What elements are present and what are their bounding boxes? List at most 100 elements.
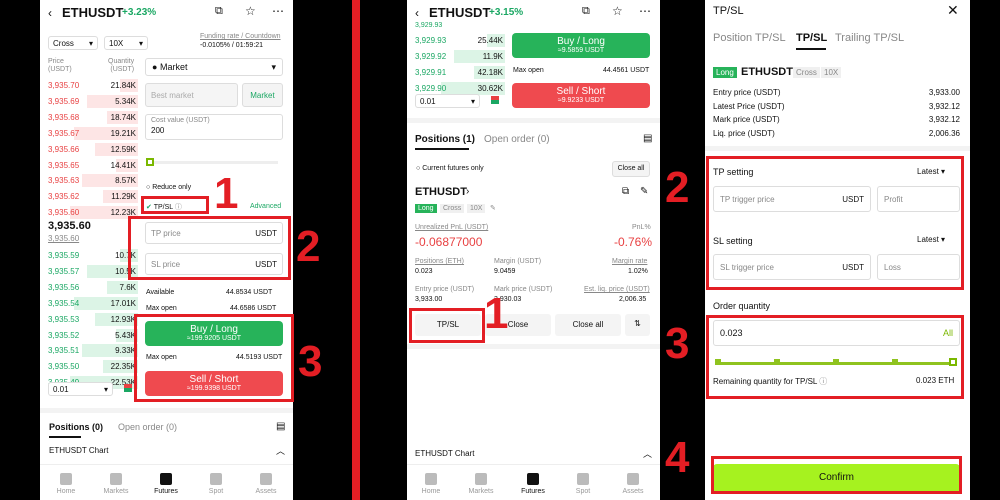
margin-rate-value: 1.02%	[628, 268, 648, 275]
row-price: 3,935.70	[48, 81, 80, 90]
candles-icon[interactable]: ⧉	[582, 5, 590, 18]
pair-title[interactable]: ETHUSDT	[62, 5, 123, 20]
tab-position-tpsl[interactable]: Position TP/SL	[713, 32, 786, 44]
star-icon[interactable]: ☆	[245, 4, 256, 18]
precision-label: 0.01	[53, 385, 69, 394]
star-icon[interactable]: ☆	[612, 4, 623, 18]
leverage-select[interactable]: 10X ▾	[104, 36, 148, 50]
reduce-only-checkbox[interactable]: ○ Reduce only	[146, 184, 191, 191]
bid-row[interactable]: 3,935.59 10.7K	[48, 248, 138, 263]
nav-assets-label: Assets	[255, 488, 277, 495]
bid-row[interactable]: 3,935.50 22.35K	[48, 359, 138, 374]
info-value: 3,932.12	[928, 115, 960, 124]
cost-value-field[interactable]: Cost value (USDT) 200	[145, 114, 283, 140]
book-layout-icon[interactable]	[491, 96, 499, 104]
nav-home[interactable]: Home	[46, 473, 86, 495]
precision-select[interactable]: 0.01 ▾	[415, 94, 480, 108]
sell-short-button[interactable]: Sell / Short ≈9.9233 USDT	[512, 83, 650, 108]
position-pair[interactable]: ETHUSDT	[415, 186, 467, 198]
cost-value-label: Cost value (USDT)	[151, 117, 210, 124]
row-quantity: 21.84K	[110, 81, 136, 90]
market-button[interactable]: Market	[242, 83, 283, 107]
current-futures-toggle[interactable]: ○ Current futures only	[416, 165, 484, 172]
edit-leverage-icon[interactable]: ✎	[490, 204, 496, 212]
order-type-select[interactable]: ● Market ▾	[145, 58, 283, 76]
buy-long-button[interactable]: Buy / Long ≈9.5859 USDT	[512, 33, 650, 58]
available-value: 44.8534 USDT	[226, 289, 273, 296]
nav-assets[interactable]: Assets	[613, 473, 653, 495]
nav-markets[interactable]: Markets	[461, 473, 501, 495]
more-icon[interactable]: ⋯	[639, 4, 651, 18]
ask-row[interactable]: 3,935.67 19.21K	[48, 126, 138, 141]
upnl-label: Unrealized PnL (USDT)	[415, 224, 489, 231]
advanced-link[interactable]: Advanced	[250, 203, 281, 210]
nav-spot[interactable]: Spot	[196, 473, 236, 495]
chart-label[interactable]: ETHUSDT Chart	[49, 446, 108, 455]
nav-markets-label: Markets	[103, 488, 129, 495]
close-all-button[interactable]: Close all	[555, 314, 621, 336]
chevron-up-icon[interactable]: ︿	[643, 447, 652, 460]
ask-row[interactable]: 3,935.68 18.74K	[48, 110, 138, 125]
close-all-small-button[interactable]: Close all	[612, 161, 650, 177]
order-quantity-label: Order quantity	[713, 301, 771, 311]
row-price: 3,935.65	[48, 160, 80, 170]
back-arrow-icon[interactable]: ‹	[415, 6, 419, 20]
ask-row[interactable]: 3,935.65 14.41K	[48, 158, 138, 173]
bid-row[interactable]: 3,935.56 7.6K	[48, 280, 138, 295]
nav-home[interactable]: Home	[411, 473, 451, 495]
chart-label[interactable]: ETHUSDT Chart	[415, 449, 474, 458]
ask-row[interactable]: 3,935.70 21.84K	[48, 78, 138, 93]
cost-slider-handle[interactable]	[146, 158, 154, 166]
chevron-right-icon[interactable]: ›	[466, 186, 469, 197]
cost-slider[interactable]	[148, 161, 278, 164]
bid-row[interactable]: 3,935.52 5.43K	[48, 328, 138, 343]
entry-label: Entry price (USDT)	[415, 286, 475, 293]
ask-row[interactable]: 3,935.60 12.23K	[48, 205, 138, 220]
history-icon[interactable]: ▤	[276, 421, 285, 432]
close-icon[interactable]: ✕	[947, 2, 959, 19]
ask-row[interactable]: 3,935.63 8.57K	[48, 173, 138, 188]
candles-icon[interactable]: ⧉	[215, 5, 223, 18]
nav-futures[interactable]: Futures	[513, 473, 553, 495]
tab-open-orders[interactable]: Open order (0)	[484, 134, 550, 145]
reverse-icon[interactable]: ⇅	[625, 314, 650, 336]
nav-markets[interactable]: Markets	[96, 473, 136, 495]
info-value: 2,006.36	[928, 128, 960, 138]
bid-row[interactable]: 3,929.91 42.18K	[415, 65, 505, 80]
back-arrow-icon[interactable]: ‹	[48, 6, 52, 20]
ask-row[interactable]: 3,935.62 11.29K	[48, 189, 138, 204]
more-icon[interactable]: ⋯	[272, 4, 284, 18]
row-price: 3,935.62	[48, 192, 80, 202]
bid-row[interactable]: 3,929.92 11.9K	[415, 49, 505, 64]
tab-tpsl[interactable]: TP/SL	[796, 32, 827, 44]
best-market-field[interactable]: Best market	[145, 83, 238, 107]
tab-open-orders[interactable]: Open order (0)	[118, 422, 177, 432]
margin-mode-select[interactable]: Cross ▾	[48, 36, 98, 50]
pair-title[interactable]: ETHUSDT	[429, 5, 490, 20]
bid-row[interactable]: 3,935.51 9.33K	[48, 343, 138, 358]
book-layout-icon[interactable]	[124, 384, 132, 392]
liq-label: Est. liq. price (USDT)	[584, 286, 650, 293]
edit-icon[interactable]: ✎	[640, 186, 648, 197]
chevron-up-icon[interactable]: ︿	[276, 444, 285, 457]
tab-positions[interactable]: Positions (1)	[415, 134, 475, 145]
tab-trailing-tpsl[interactable]: Trailing TP/SL	[835, 32, 904, 44]
ask-row[interactable]: 3,935.66 12.59K	[48, 142, 138, 157]
row-price: 3,929.92	[415, 51, 447, 61]
col-qty-header: Quantity (USDT)	[108, 58, 135, 73]
ask-row[interactable]: 3,935.69 5.34K	[48, 94, 138, 109]
precision-select[interactable]: 0.01 ▾	[48, 382, 113, 396]
bid-row[interactable]: 3,929.93 25.44K	[415, 33, 505, 48]
nav-assets[interactable]: Assets	[246, 473, 286, 495]
bid-row[interactable]: 3,935.54 17.01K	[48, 296, 138, 311]
nav-futures[interactable]: Futures	[146, 473, 186, 495]
tab-positions[interactable]: Positions (0)	[49, 422, 103, 432]
nav-spot[interactable]: Spot	[563, 473, 603, 495]
row-price: 3,935.60	[48, 208, 80, 218]
step-number-3: 3	[298, 337, 323, 386]
bid-row[interactable]: 3,935.57 10.5K	[48, 264, 138, 279]
share-icon[interactable]: ⧉	[622, 186, 629, 197]
history-icon[interactable]: ▤	[643, 133, 652, 144]
bid-row[interactable]: 3,935.53 12.93K	[48, 312, 138, 327]
dialog-title: TP/SL	[713, 5, 744, 17]
